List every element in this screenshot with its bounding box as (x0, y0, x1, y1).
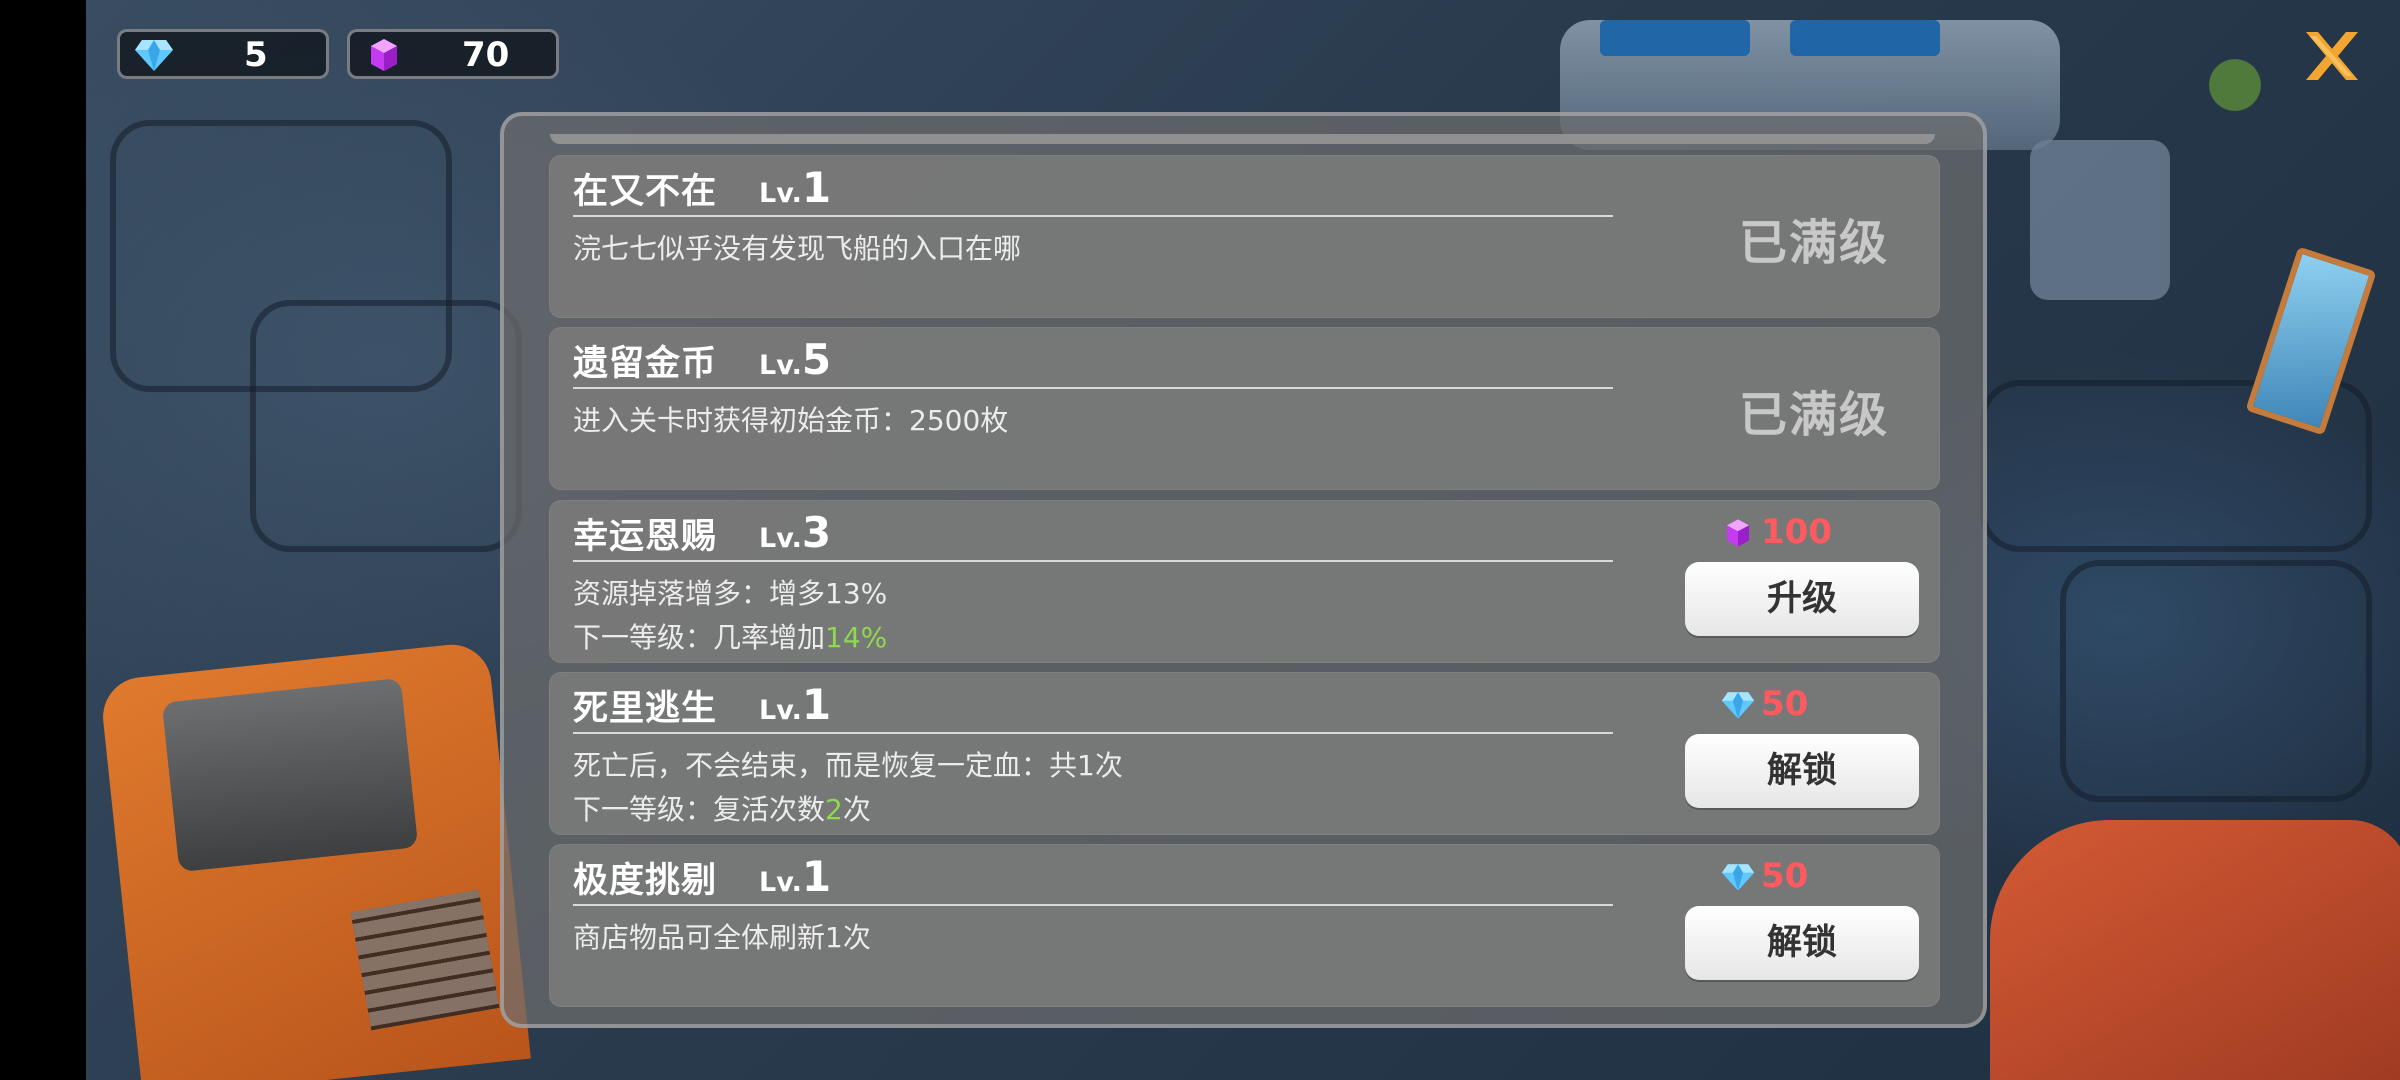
unlock-cost: 50 (1721, 856, 1881, 898)
talent-upgrade-panel[interactable]: 在又不在 Lv.1 浣七七似乎没有发现飞船的入口在哪 已满级 遗留金币 Lv.5… (500, 112, 1987, 1028)
level-number: 1 (801, 852, 832, 901)
next-level-value: 2 (825, 793, 843, 826)
skill-name: 幸运恩赐 (573, 517, 718, 557)
skill-card: 死里逃生 Lv.1 死亡后，不会结束，而是恢复一定血：共1次 下一等级：复活次数… (549, 672, 1940, 835)
level-prefix: Lv. (759, 523, 802, 554)
purple-gem-icon (1726, 519, 1750, 547)
skill-name: 在又不在 (573, 172, 718, 212)
console-screen (1600, 20, 1750, 56)
cost-value: 100 (1761, 512, 1832, 552)
cost-value: 50 (1761, 684, 1809, 724)
next-level-description: 下一等级：复活次数2次 (573, 788, 871, 828)
skill-level: Lv.1 (759, 852, 831, 901)
close-x-icon (2306, 32, 2358, 80)
control-pedestal (2030, 140, 2170, 300)
level-prefix: Lv. (759, 178, 802, 209)
next-level-value: 14% (825, 621, 888, 654)
close-button[interactable] (2296, 26, 2368, 86)
skill-card: 遗留金币 Lv.5 进入关卡时获得初始金币：2500枚 已满级 (549, 327, 1940, 490)
diamond-icon (1721, 864, 1755, 891)
purple-gem-icon (371, 39, 397, 71)
max-level-label: 已满级 (1739, 387, 1890, 443)
floor-panel (250, 300, 522, 552)
console-screen (1790, 20, 1940, 56)
level-prefix: Lv. (759, 867, 802, 898)
next-level-description: 下一等级：几率增加14% (573, 616, 887, 656)
skill-description: 商店物品可全体刷新1次 (573, 921, 871, 954)
machine-vent-grid (350, 889, 500, 1031)
divider (573, 732, 1613, 734)
level-number: 1 (801, 163, 832, 212)
machine-top-panel (161, 677, 419, 873)
unlock-button[interactable]: 解锁 (1685, 734, 1919, 808)
diamond-icon (1721, 692, 1755, 719)
next-level-text: 下一等级：几率增加 (573, 621, 826, 654)
skill-level: Lv.1 (759, 163, 831, 212)
skill-level: Lv.5 (759, 335, 831, 384)
skill-description: 死亡后，不会结束，而是恢复一定血：共1次 (573, 749, 1123, 782)
divider (573, 560, 1613, 562)
upgrade-cost: 100 (1721, 512, 1881, 554)
skill-card: 在又不在 Lv.1 浣七七似乎没有发现飞船的入口在哪 已满级 (549, 155, 1940, 318)
skill-level: Lv.3 (759, 508, 831, 557)
gem-counter: 70 (347, 29, 559, 79)
orange-sofa (1990, 820, 2400, 1080)
floor-panel (2060, 560, 2372, 802)
potted-plant (2205, 55, 2265, 115)
diamond-counter: 5 (117, 29, 329, 79)
skill-name: 死里逃生 (573, 689, 718, 729)
level-number: 5 (801, 335, 832, 384)
skill-name: 遗留金币 (573, 344, 718, 384)
skill-name: 极度挑剔 (573, 861, 718, 901)
level-prefix: Lv. (759, 695, 802, 726)
cost-value: 50 (1761, 856, 1809, 896)
level-prefix: Lv. (759, 350, 802, 381)
panel-scroll-edge (550, 134, 1935, 144)
max-level-label: 已满级 (1739, 215, 1890, 271)
divider (573, 215, 1613, 217)
next-level-suffix: 次 (842, 793, 871, 826)
upgrade-button[interactable]: 升级 (1685, 562, 1919, 636)
level-number: 1 (801, 680, 832, 729)
skill-card: 极度挑剔 Lv.1 商店物品可全体刷新1次 50 解锁 (549, 844, 1940, 1007)
divider (573, 387, 1613, 389)
skill-description: 浣七七似乎没有发现飞船的入口在哪 (573, 232, 1022, 265)
diamond-icon (135, 40, 173, 71)
unlock-cost: 50 (1721, 684, 1881, 726)
skill-card: 幸运恩赐 Lv.3 资源掉落增多：增多13% 下一等级：几率增加14% 100 … (549, 500, 1940, 663)
next-level-text: 下一等级：复活次数 (573, 793, 826, 826)
gem-count: 70 (462, 35, 510, 75)
skill-description: 资源掉落增多：增多13% (573, 577, 888, 610)
diamond-count: 5 (244, 35, 268, 75)
level-number: 3 (801, 508, 832, 557)
skill-description: 进入关卡时获得初始金币：2500枚 (573, 404, 1009, 437)
divider (573, 904, 1613, 906)
skill-level: Lv.1 (759, 680, 831, 729)
unlock-button[interactable]: 解锁 (1685, 906, 1919, 980)
left-black-bar (0, 0, 86, 1080)
